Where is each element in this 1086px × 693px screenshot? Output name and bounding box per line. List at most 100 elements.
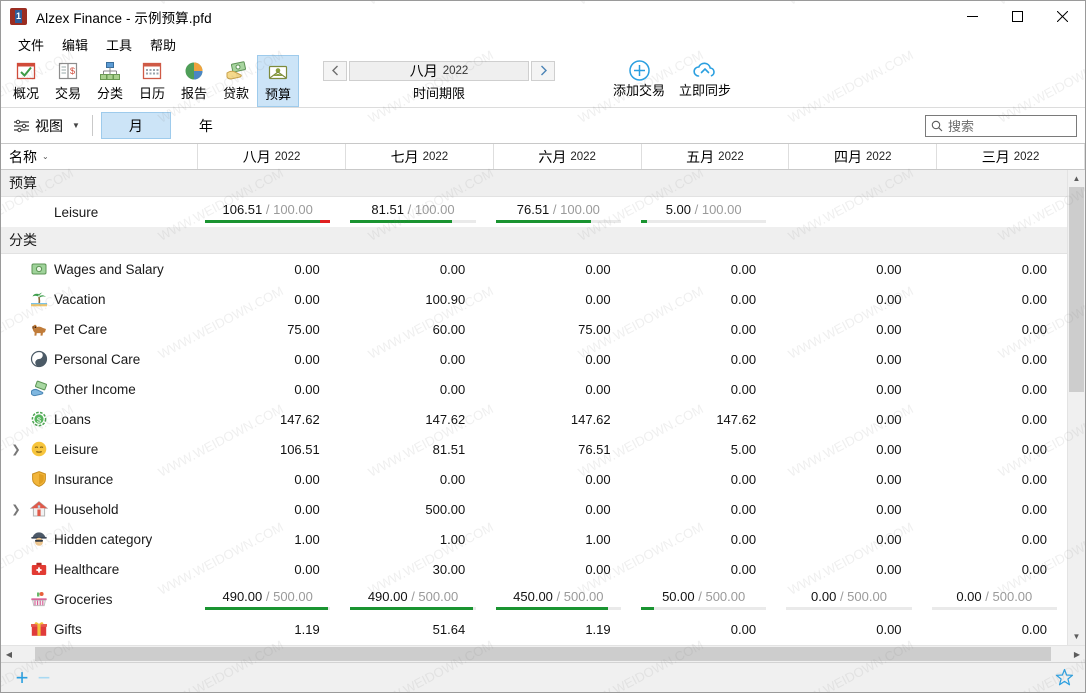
grid-cell-amount[interactable]: 75.00	[194, 314, 339, 344]
table-row[interactable]: Healthcare 0.00 30.00 0.00 0.00 0.00 0.00	[1, 554, 1067, 584]
grid-cell-amount[interactable]: 0.00	[340, 464, 485, 494]
grid-cell-name[interactable]: Gifts	[1, 614, 194, 644]
column-header-month-2[interactable]: 六月 2022	[494, 144, 642, 169]
grid-cell-amount[interactable]: 0.00	[922, 464, 1067, 494]
grid-cell-amount[interactable]: 81.51	[340, 434, 485, 464]
grid-cell-amount[interactable]: 0.00	[776, 554, 921, 584]
close-button[interactable]	[1040, 1, 1085, 32]
grid-cell-name[interactable]: $ Loans	[1, 404, 194, 434]
grid-cell-amount[interactable]: 0.00	[631, 344, 776, 374]
table-row[interactable]: ❯ Household 0.00 500.00 0.00 0.00 0.00 0.00	[1, 494, 1067, 524]
grid-cell-amount[interactable]: 0.00	[485, 344, 630, 374]
period-prev-button[interactable]	[323, 60, 347, 81]
group-header[interactable]: 分类	[1, 227, 1067, 254]
grid-cell-amount[interactable]: 106.51	[194, 434, 339, 464]
grid-cell-name[interactable]: Vacation	[1, 284, 194, 314]
grid-cell-amount[interactable]: 76.51	[485, 434, 630, 464]
scroll-right-button[interactable]: ▶	[1069, 646, 1085, 662]
grid-cell-budget[interactable]: 0.00 / 500.00	[922, 584, 1067, 614]
grid-cell-name[interactable]: Personal Care	[1, 344, 194, 374]
table-row[interactable]: Leisure 106.51 / 100.00 81.51 / 100.00 76.5…	[1, 197, 1067, 227]
grid-cell-amount[interactable]: 0.00	[922, 644, 1067, 645]
grid-cell-amount[interactable]: 147.62	[485, 404, 630, 434]
grid-cell-amount[interactable]: 0.00	[340, 374, 485, 404]
grid-cell-amount[interactable]: 1.00	[340, 524, 485, 554]
vertical-scroll-thumb[interactable]	[1069, 187, 1084, 392]
grid-cell-budget[interactable]: 81.51 / 100.00	[340, 197, 485, 227]
grid-cell-amount[interactable]: 0.00	[776, 524, 921, 554]
grid-cell-amount[interactable]: 0.00	[631, 644, 776, 645]
column-header-month-1[interactable]: 七月 2022	[346, 144, 494, 169]
grid-cell-amount[interactable]: 0.00	[194, 554, 339, 584]
toolbar-button-budget[interactable]: 预算	[257, 55, 299, 107]
grid-cell-amount[interactable]: 5.00	[631, 434, 776, 464]
grid-cell-name[interactable]: Other Income	[1, 374, 194, 404]
grid-cell-amount[interactable]: 0.00	[485, 254, 630, 284]
grid-cell-amount[interactable]: 0.00	[776, 314, 921, 344]
grid-cell-name[interactable]: ❯ Leisure	[1, 434, 194, 464]
menu-tools[interactable]: 工具	[98, 33, 140, 56]
grid-cell-amount[interactable]: 75.00	[485, 314, 630, 344]
grid-cell-amount[interactable]: 60.00	[340, 314, 485, 344]
grid-cell-amount[interactable]: 500.00	[340, 494, 485, 524]
table-row[interactable]: Pet Care 75.00 60.00 75.00 0.00 0.00 0.00	[1, 314, 1067, 344]
tab-month[interactable]: 月	[100, 112, 171, 139]
toolbar-button-transactions[interactable]: $ 交易	[47, 55, 89, 107]
table-row[interactable]: Wages and Salary 0.00 0.00 0.00 0.00 0.00 0.00	[1, 254, 1067, 284]
table-row[interactable]: $ Loans 147.62 147.62 147.62 147.62 0.00 0.00	[1, 404, 1067, 434]
grid-cell-amount[interactable]: 0.00	[340, 344, 485, 374]
grid-cell-amount[interactable]: 0.00	[194, 374, 339, 404]
grid-cell-amount[interactable]: 147.62	[340, 404, 485, 434]
grid-cell-budget[interactable]: 450.00 / 500.00	[486, 584, 631, 614]
table-row[interactable]: Insurance 0.00 0.00 0.00 0.00 0.00 0.00	[1, 464, 1067, 494]
grid-cell-amount[interactable]: 0.00	[485, 464, 630, 494]
grid-cell-amount[interactable]: 0.00	[631, 374, 776, 404]
scroll-up-button[interactable]: ▲	[1068, 170, 1085, 187]
vertical-scrollbar[interactable]: ▲ ▼	[1067, 170, 1085, 645]
grid-cell-amount[interactable]: 0.00	[922, 434, 1067, 464]
grid-cell-amount[interactable]: 51.64	[340, 614, 485, 644]
toolbar-button-calendar[interactable]: 日历	[131, 55, 173, 107]
grid-cell-amount[interactable]: 0.00	[922, 314, 1067, 344]
scroll-left-button[interactable]: ◀	[1, 646, 17, 662]
grid-cell-name[interactable]: ❯ Household	[1, 494, 194, 524]
grid-cell-amount[interactable]: 0.00	[922, 524, 1067, 554]
grid-cell-amount[interactable]: 0.00	[922, 554, 1067, 584]
grid-cell-budget[interactable]: 490.00 / 500.00	[195, 584, 340, 614]
grid-cell-amount[interactable]: 0.00	[922, 404, 1067, 434]
grid-cell-amount[interactable]: 1.00	[194, 524, 339, 554]
expand-chevron-icon[interactable]: ❯	[9, 443, 23, 456]
grid-cell-amount[interactable]: 0.00	[922, 344, 1067, 374]
grid-cell-name[interactable]: Pet Care	[1, 314, 194, 344]
grid-cell-budget[interactable]: 0.00 / 500.00	[776, 584, 921, 614]
column-header-month-4[interactable]: 四月 2022	[789, 144, 938, 169]
period-next-button[interactable]	[531, 60, 555, 81]
search-input[interactable]: 搜索	[925, 114, 1077, 137]
grid-cell-amount[interactable]: 0.00	[485, 554, 630, 584]
grid-cell-amount[interactable]: 0.00	[340, 254, 485, 284]
grid-cell-amount[interactable]: 0.00	[776, 254, 921, 284]
grid-cell-amount[interactable]: 0.00	[194, 254, 339, 284]
grid-cell-amount[interactable]: 0.00	[922, 284, 1067, 314]
remove-budget-button[interactable]: −	[33, 666, 55, 689]
grid-cell-amount[interactable]: 30.00	[340, 554, 485, 584]
grid-cell-amount[interactable]: 0.00	[776, 404, 921, 434]
grid-cell-amount[interactable]: 0.00	[485, 284, 630, 314]
grid-cell-amount[interactable]: 0.00	[776, 494, 921, 524]
grid-cell-amount[interactable]: 0.00	[194, 494, 339, 524]
grid-cell-amount[interactable]: 0.00	[776, 284, 921, 314]
scroll-down-button[interactable]: ▼	[1068, 628, 1085, 645]
grid-cell-amount[interactable]: 0.00	[631, 464, 776, 494]
grid-cell-amount[interactable]: 0.00	[776, 614, 921, 644]
add-transaction-button[interactable]: 添加交易	[613, 57, 665, 98]
menu-edit[interactable]: 编辑	[54, 33, 96, 56]
table-row[interactable]: Education50.0050.0050.000.000.000.00	[1, 644, 1067, 645]
grid-cell-amount[interactable]: 0.00	[631, 284, 776, 314]
table-row[interactable]: Other Income 0.00 0.00 0.00 0.00 0.00 0.00	[1, 374, 1067, 404]
grid-cell-name[interactable]: Leisure	[1, 197, 195, 227]
menu-file[interactable]: 文件	[10, 33, 52, 56]
horizontal-scrollbar[interactable]: ◀ ▶	[1, 645, 1085, 662]
toolbar-button-overview[interactable]: 概况	[5, 55, 47, 107]
toolbar-button-reports[interactable]: 报告	[173, 55, 215, 107]
period-display[interactable]: 八月 2022	[349, 60, 529, 81]
